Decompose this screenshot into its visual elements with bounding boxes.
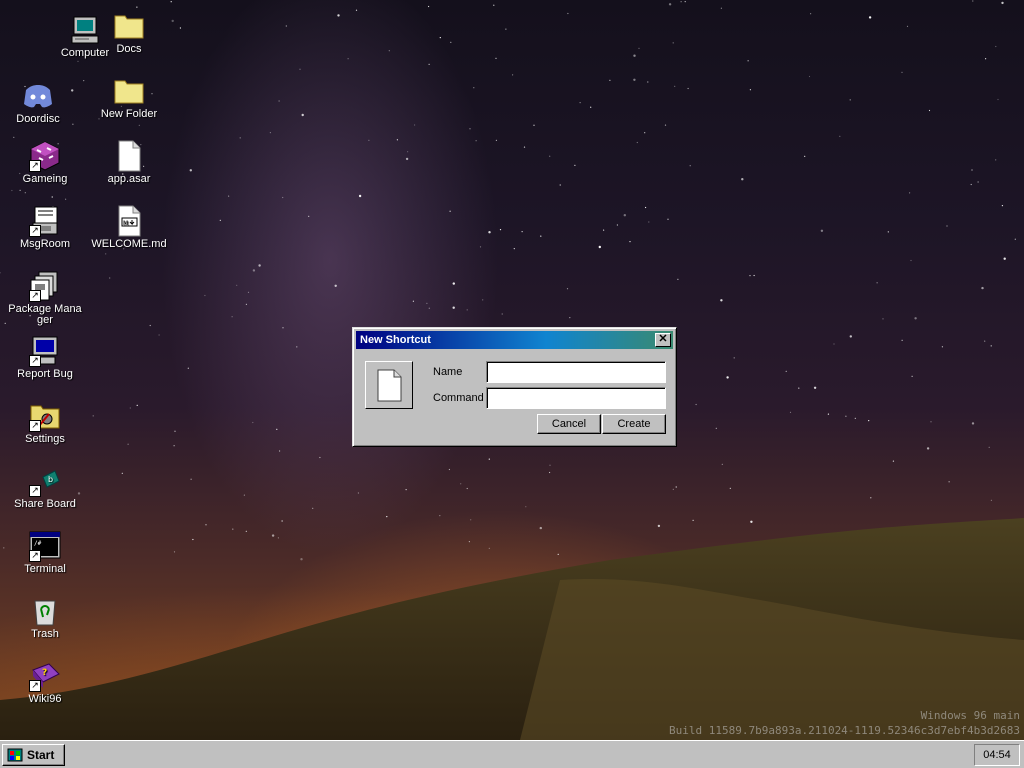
desktop: Computer Doordisc ↗ Gameing ↗ MsgRoom ↗ …	[0, 0, 1024, 740]
terminal-icon: /# ↗	[29, 530, 61, 562]
cancel-button[interactable]: Cancel	[537, 414, 601, 434]
game-icon: ↗	[29, 140, 61, 172]
build-watermark-line1: Windows 96 main	[920, 709, 1020, 722]
shortcut-arrow-icon: ↗	[29, 680, 41, 692]
desktop-icon-label: Doordisc	[16, 113, 60, 125]
build-watermark-line2: Build 11589.7b9a893a.211024-1119.52346c3…	[669, 724, 1020, 737]
shortcut-arrow-icon: ↗	[29, 550, 41, 562]
desktop-icon-trash[interactable]: Trash	[7, 595, 83, 640]
new-shortcut-dialog: New Shortcut ✕ Name Command Cancel Creat…	[352, 327, 677, 447]
shortcut-arrow-icon: ↗	[29, 420, 41, 432]
desktop-icon-wiki96[interactable]: ? ↗ Wiki96	[7, 660, 83, 705]
desktop-icon-settings[interactable]: ↗ Settings	[7, 400, 83, 445]
start-label: Start	[27, 748, 55, 762]
desktop-icon-label: Docs	[116, 43, 142, 55]
folder-icon	[113, 75, 145, 107]
svg-text:/#: /#	[34, 540, 42, 547]
folder-icon	[113, 10, 145, 42]
desktop-icon-label: Share Board	[14, 498, 76, 510]
desktop-icon-msgroom[interactable]: ↗ MsgRoom	[7, 205, 83, 250]
discord-icon	[22, 80, 54, 112]
desktop-icon-label: Gameing	[22, 173, 68, 185]
desktop-icon-label: New Folder	[100, 108, 158, 120]
create-button[interactable]: Create	[602, 414, 666, 434]
command-field[interactable]	[486, 387, 666, 409]
desktop-icon-app-asar[interactable]: app.asar	[91, 140, 167, 185]
taskbar: Start 04:54	[0, 740, 1024, 768]
start-button[interactable]: Start	[2, 744, 65, 766]
dialog-titlebar[interactable]: New Shortcut ✕	[356, 331, 673, 349]
settings-icon: ↗	[29, 400, 61, 432]
system-tray-clock[interactable]: 04:54	[974, 744, 1020, 766]
msgroom-icon: ↗	[29, 205, 61, 237]
desktop-icon-label: app.asar	[107, 173, 151, 185]
command-label: Command	[433, 392, 484, 404]
file-icon	[113, 140, 145, 172]
shortcut-arrow-icon: ↗	[29, 225, 41, 237]
desktop-icon-label: WELCOME.md	[91, 238, 167, 250]
desktop-icon-label: Wiki96	[28, 693, 62, 705]
close-button[interactable]: ✕	[655, 333, 671, 347]
desktop-icon-label: MsgRoom	[19, 238, 71, 250]
desktop-icon-label: Trash	[31, 628, 59, 640]
wiki-book-icon: ? ↗	[29, 660, 61, 692]
desktop-icon-label: Package Manager	[8, 303, 82, 326]
desktop-icon-new-folder[interactable]: New Folder	[91, 75, 167, 120]
shortcut-arrow-icon: ↗	[29, 355, 41, 367]
svg-text:M: M	[123, 220, 128, 227]
desktop-icon-gameing[interactable]: ↗ Gameing	[7, 140, 83, 185]
desktop-icon-docs[interactable]: Docs	[91, 10, 167, 55]
name-field[interactable]	[486, 361, 666, 383]
desktop-icon-report-bug[interactable]: ↗ Report Bug	[7, 335, 83, 380]
trash-icon	[29, 595, 61, 627]
name-label: Name	[433, 366, 463, 378]
svg-text:?: ?	[42, 668, 47, 678]
svg-text:b: b	[48, 475, 53, 484]
desktop-icon-welcome-md[interactable]: M WELCOME.md	[91, 205, 167, 250]
desktop-icon-doordisc[interactable]: Doordisc	[0, 80, 76, 125]
document-icon	[365, 361, 413, 409]
shortcut-arrow-icon: ↗	[29, 485, 41, 497]
desktop-icon-terminal[interactable]: /# ↗ Terminal	[7, 530, 83, 575]
markdown-file-icon: M	[113, 205, 145, 237]
desktop-icon-label: Settings	[25, 433, 65, 445]
desktop-icon-label: Report Bug	[17, 368, 73, 380]
package-manager-icon: ↗	[29, 270, 61, 302]
desktop-icon-package-manager[interactable]: ↗ Package Manager	[7, 270, 83, 326]
report-bug-icon: ↗	[29, 335, 61, 367]
start-logo-icon	[7, 748, 23, 762]
share-board-icon: b ↗	[29, 465, 61, 497]
dialog-title: New Shortcut	[360, 334, 431, 346]
desktop-icon-share-board[interactable]: b ↗ Share Board	[7, 465, 83, 510]
shortcut-arrow-icon: ↗	[29, 160, 41, 172]
shortcut-arrow-icon: ↗	[29, 290, 41, 302]
desktop-icon-label: Terminal	[24, 563, 66, 575]
